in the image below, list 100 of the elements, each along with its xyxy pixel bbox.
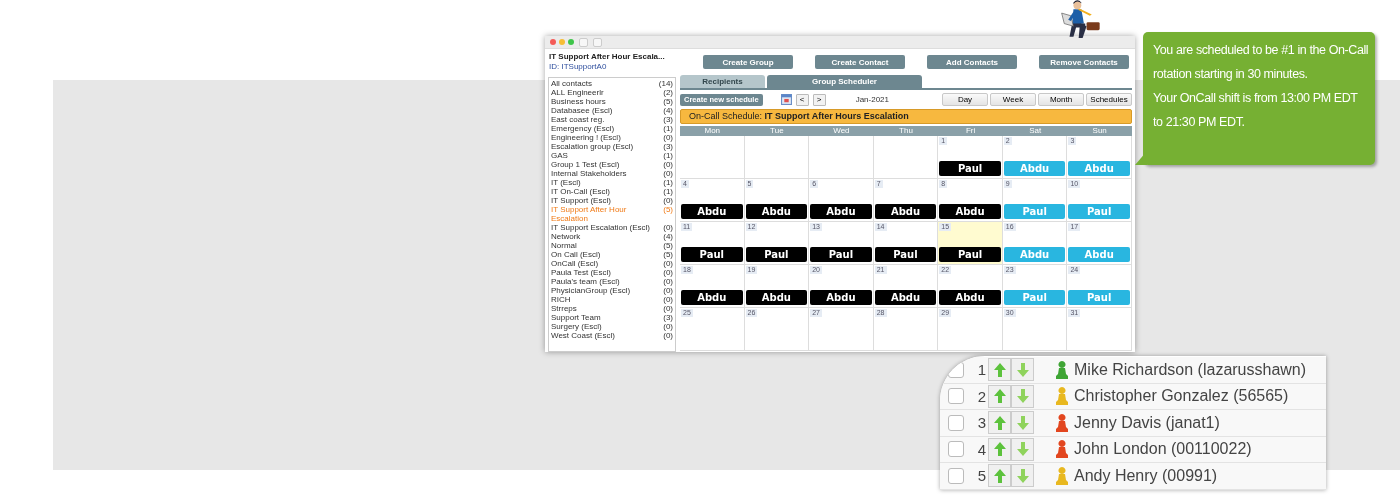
move-down-button[interactable] — [1011, 358, 1034, 382]
checkbox[interactable] — [948, 441, 964, 458]
group-item[interactable]: PhysicianGroup (Escl) (0) — [551, 286, 673, 295]
contact-name: Jenny Davis (janat1) — [1074, 413, 1220, 432]
group-item[interactable]: West Coast (Escl) (0) — [551, 331, 673, 340]
group-item[interactable]: IT (Escl) (1) — [551, 178, 673, 187]
move-up-button[interactable] — [988, 437, 1011, 461]
group-item[interactable]: Internal Stakeholders (0) — [551, 169, 673, 178]
shift-event[interactable]: Abdu — [681, 290, 743, 305]
move-down-button[interactable] — [1011, 384, 1034, 408]
down-arrow-icon — [1015, 388, 1030, 405]
weekday-header: Tue — [769, 126, 785, 136]
action-button[interactable]: Create Group — [703, 55, 793, 69]
shift-event[interactable]: Abdu — [874, 204, 937, 219]
checkbox[interactable] — [948, 414, 964, 431]
group-item[interactable]: Paula's team (Escl) (0) — [551, 277, 673, 286]
action-button[interactable]: Add Contacts — [927, 55, 1017, 69]
weekday-header: Mon — [703, 126, 722, 136]
group-item[interactable]: ALL Engineerlr (2) — [551, 88, 673, 97]
group-item[interactable]: All contacts (14) — [551, 79, 673, 88]
move-up-button[interactable] — [988, 384, 1011, 408]
rank-number: 3 — [976, 414, 986, 432]
shift-event[interactable]: Abdu — [745, 290, 808, 305]
group-item[interactable]: Business hours (5) — [551, 97, 673, 106]
tab[interactable]: Recipients — [680, 75, 765, 88]
shift-event[interactable]: Abdu — [874, 290, 937, 305]
group-item[interactable]: Paula Test (Escl) (0) — [551, 268, 673, 277]
move-up-button[interactable] — [988, 411, 1011, 435]
calendar-icon[interactable] — [780, 94, 792, 105]
action-button[interactable]: Create Contact — [815, 55, 905, 69]
move-down-button[interactable] — [1011, 411, 1034, 435]
checkbox[interactable] — [948, 388, 964, 405]
group-item[interactable]: GAS (1) — [551, 151, 673, 160]
group-item[interactable]: IT Support Escalation (Escl) (0) — [551, 223, 673, 232]
shift-event[interactable]: Paul — [745, 247, 808, 262]
move-down-button[interactable] — [1011, 464, 1034, 488]
up-arrow-icon — [992, 414, 1007, 431]
checkbox[interactable] — [948, 467, 964, 484]
shift-event[interactable]: Abdu — [810, 290, 872, 305]
group-item[interactable]: Emergency (Escl) (1) — [551, 124, 673, 133]
rank-number: 4 — [976, 440, 986, 458]
shift-event[interactable]: Paul — [939, 161, 1001, 176]
view-button[interactable]: Schedules — [1086, 93, 1132, 106]
rank-number: 5 — [976, 467, 986, 485]
zoom-icon[interactable] — [568, 39, 574, 45]
month-label: Jan-2021 — [855, 95, 889, 104]
shift-event[interactable]: Paul — [874, 247, 937, 262]
move-up-button[interactable] — [988, 464, 1011, 488]
shift-event[interactable]: Paul — [681, 247, 743, 262]
shift-event[interactable]: Paul — [810, 247, 872, 262]
weekday-header: Thu — [898, 126, 914, 136]
weekday-header: Sat — [1028, 126, 1043, 136]
rank-number: 1 — [976, 361, 986, 379]
group-item[interactable]: OnCall (Escl) (0) — [551, 259, 673, 268]
weekday-header: Wed — [832, 126, 851, 136]
forward-icon[interactable] — [593, 37, 602, 47]
minimize-icon[interactable] — [559, 39, 565, 45]
down-arrow-icon — [1015, 414, 1030, 431]
view-button[interactable]: Week — [990, 93, 1036, 106]
up-arrow-icon — [992, 388, 1007, 405]
group-item[interactable]: Support Team (3) — [551, 313, 673, 322]
move-up-button[interactable] — [988, 358, 1011, 382]
group-item[interactable]: Strreps (0) — [551, 304, 673, 313]
next-button[interactable]: > — [812, 93, 826, 106]
contact-name: Andy Henry (00991) — [1074, 466, 1218, 485]
group-id: ID: ITSupportA0 — [549, 62, 608, 72]
contact-name: Mike Richardson (lazarusshawn) — [1074, 360, 1307, 379]
rank-number: 2 — [976, 387, 986, 405]
notification-text: Your OnCall shift is from 13:00 PM EDT to 21:30 PM EDT. — [1153, 90, 1359, 131]
move-down-button[interactable] — [1011, 437, 1034, 461]
shift-event[interactable]: Abdu — [939, 204, 1001, 219]
group-item[interactable]: Network (4) — [551, 232, 673, 241]
group-item[interactable]: Engineering ! (Escl) (0) — [551, 133, 673, 142]
shift-event[interactable]: Abdu — [745, 204, 808, 219]
back-icon[interactable] — [579, 37, 588, 47]
shift-event[interactable]: Abdu — [810, 204, 872, 219]
tab[interactable]: Group Scheduler — [767, 75, 922, 88]
schedule-banner: On-Call Schedule: IT Support After Hours Escalation — [680, 109, 1132, 124]
group-item[interactable]: Databasee (Escl) (4) — [551, 106, 673, 115]
action-button[interactable]: Remove Contacts — [1039, 55, 1129, 69]
group-item[interactable]: IT Support (Escl) (0) — [551, 196, 673, 205]
shift-event[interactable]: Paul — [939, 247, 1001, 262]
previous-button[interactable]: < — [795, 93, 809, 106]
group-item[interactable]: Normal (5) — [551, 241, 673, 250]
group-item[interactable]: Group 1 Test (Escl) (0) — [551, 160, 673, 169]
contact-name: Christopher Gonzalez (56565) — [1074, 387, 1289, 406]
shift-event[interactable]: Abdu — [939, 290, 1001, 305]
group-item[interactable]: RICH (0) — [551, 295, 673, 304]
view-button[interactable]: Month — [1038, 93, 1084, 106]
group-item[interactable]: East coast reg. (3) — [551, 115, 673, 124]
down-arrow-icon — [1015, 467, 1030, 484]
group-item[interactable]: Escalation group (Escl) (3) — [551, 142, 673, 151]
group-item[interactable]: IT On-Call (Escl) (1) — [551, 187, 673, 196]
group-item[interactable]: On Call (Escl) (5) — [551, 250, 673, 259]
group-item[interactable]: Surgery (Escl) (0) — [551, 322, 673, 331]
close-icon[interactable] — [550, 39, 556, 45]
view-button[interactable]: Day — [942, 93, 988, 106]
group-title: IT Support After Hour Escala... — [549, 52, 666, 62]
weekday-header: Sun — [1091, 126, 1108, 136]
shift-event[interactable]: Abdu — [681, 204, 743, 219]
